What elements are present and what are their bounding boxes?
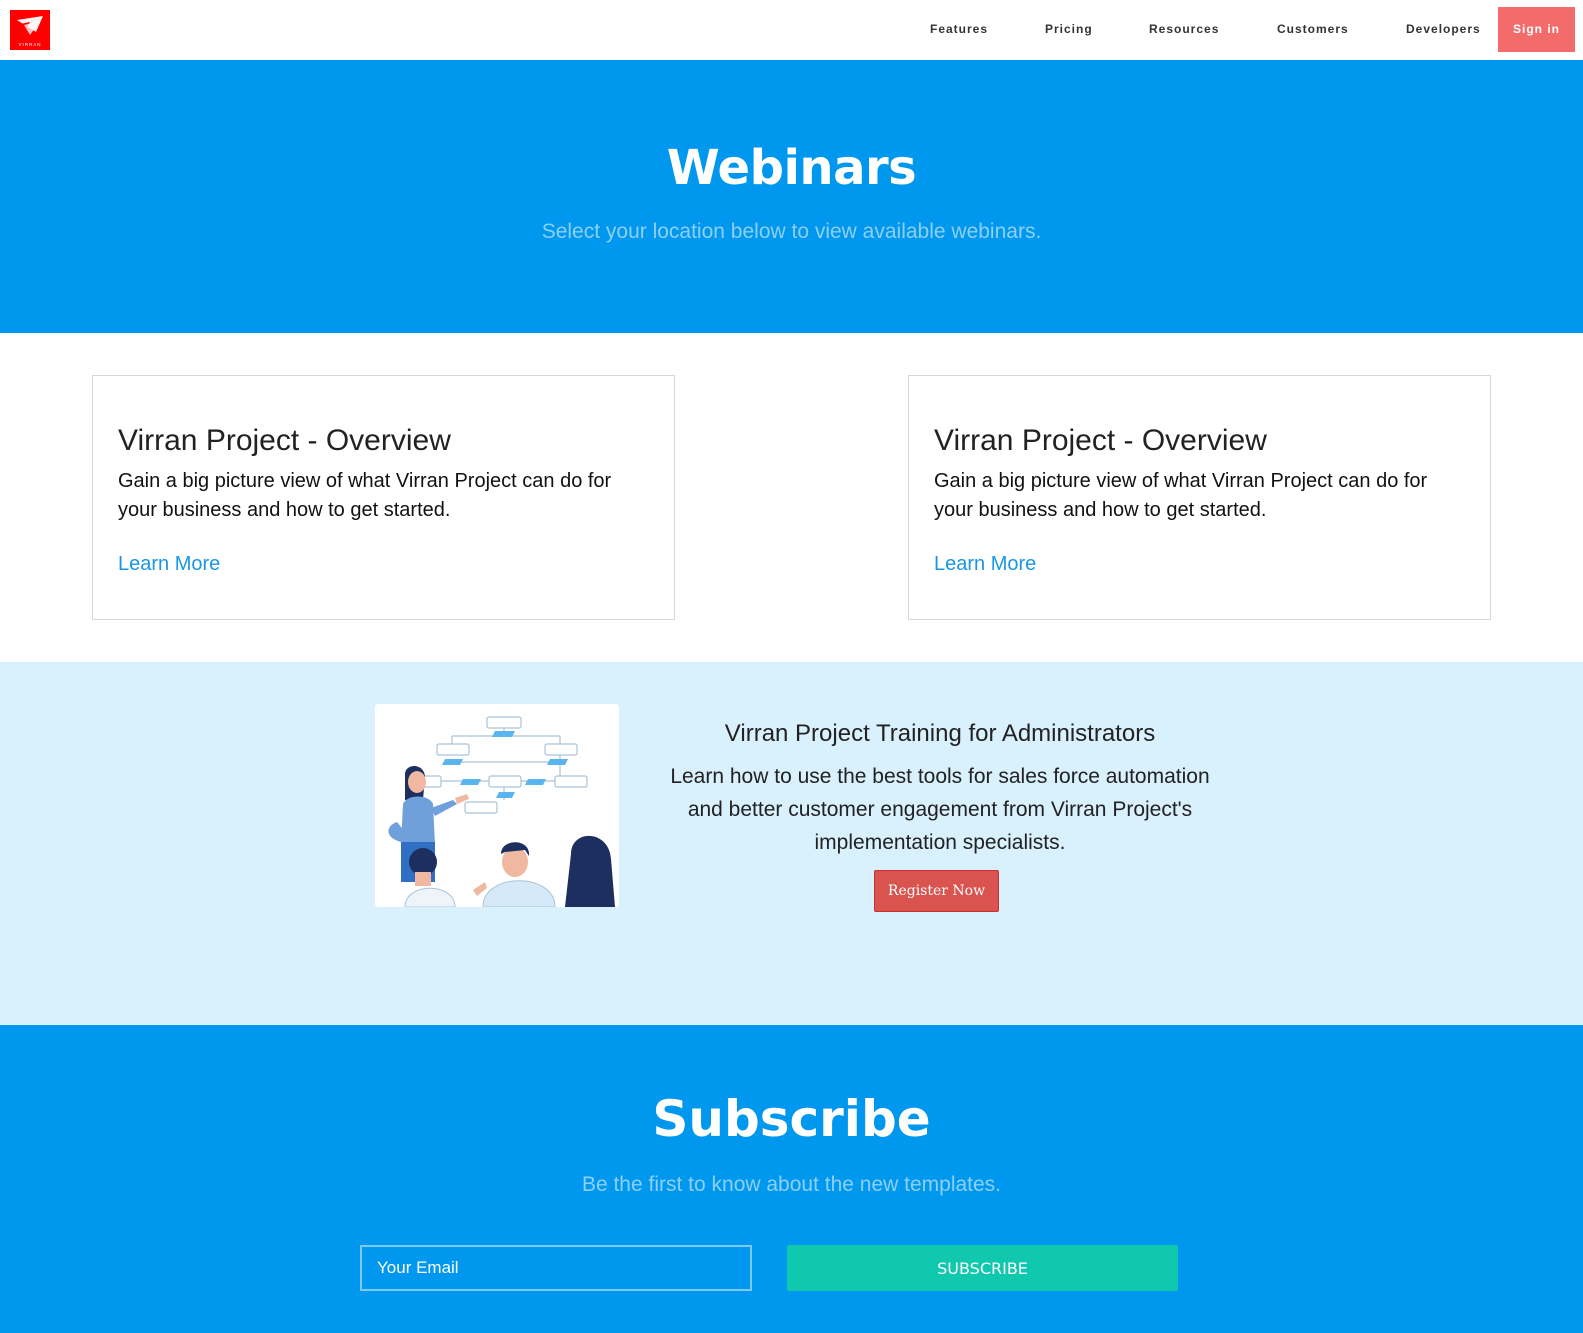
subscribe-title: Subscribe — [652, 1090, 931, 1148]
logo-mark-icon: VIRRAN — [10, 10, 50, 50]
card-description: Gain a big picture view of what Virran P… — [118, 470, 612, 521]
training-text: Virran Project Training for Administrato… — [670, 720, 1210, 859]
subscribe-button[interactable]: SUBSCRIBE — [787, 1245, 1178, 1291]
training-description: Learn how to use the best tools for sale… — [670, 765, 1210, 854]
svg-text:VIRRAN: VIRRAN — [18, 42, 41, 47]
page-title: Webinars — [666, 140, 917, 196]
card-description: Gain a big picture view of what Virran P… — [934, 470, 1428, 521]
nav-pricing[interactable]: Pricing — [1045, 0, 1093, 60]
virran-logo[interactable]: VIRRAN — [10, 10, 50, 50]
card-title: Virran Project - Overview — [934, 424, 1267, 457]
webinar-card: Virran Project - Overview Gain a big pic… — [908, 375, 1491, 620]
register-now-button[interactable]: Register Now — [874, 870, 999, 912]
nav-resources[interactable]: Resources — [1149, 0, 1219, 60]
training-section: Virran Project Training for Administrato… — [0, 662, 1583, 1025]
top-navbar: VIRRAN Features Pricing Resources Custom… — [0, 0, 1583, 60]
card-title: Virran Project - Overview — [118, 424, 451, 457]
training-title: Virran Project Training for Administrato… — [724, 720, 1156, 747]
subscribe-subtitle: Be the first to know about the new templ… — [581, 1173, 1002, 1196]
nav-developers[interactable]: Developers — [1406, 0, 1481, 60]
learn-more-link[interactable]: Learn More — [118, 553, 220, 576]
sign-in-button[interactable]: Sign in — [1498, 7, 1575, 52]
subscribe-section: Subscribe Be the first to know about the… — [0, 1025, 1583, 1333]
page-subtitle: Select your location below to view avail… — [541, 220, 1042, 243]
webinar-card: Virran Project - Overview Gain a big pic… — [92, 375, 675, 620]
training-illustration — [375, 704, 619, 907]
email-field[interactable] — [360, 1245, 752, 1291]
learn-more-link[interactable]: Learn More — [934, 553, 1036, 576]
nav-customers[interactable]: Customers — [1277, 0, 1349, 60]
nav-features[interactable]: Features — [930, 0, 988, 60]
webinars-hero: Webinars Select your location below to v… — [0, 60, 1583, 333]
